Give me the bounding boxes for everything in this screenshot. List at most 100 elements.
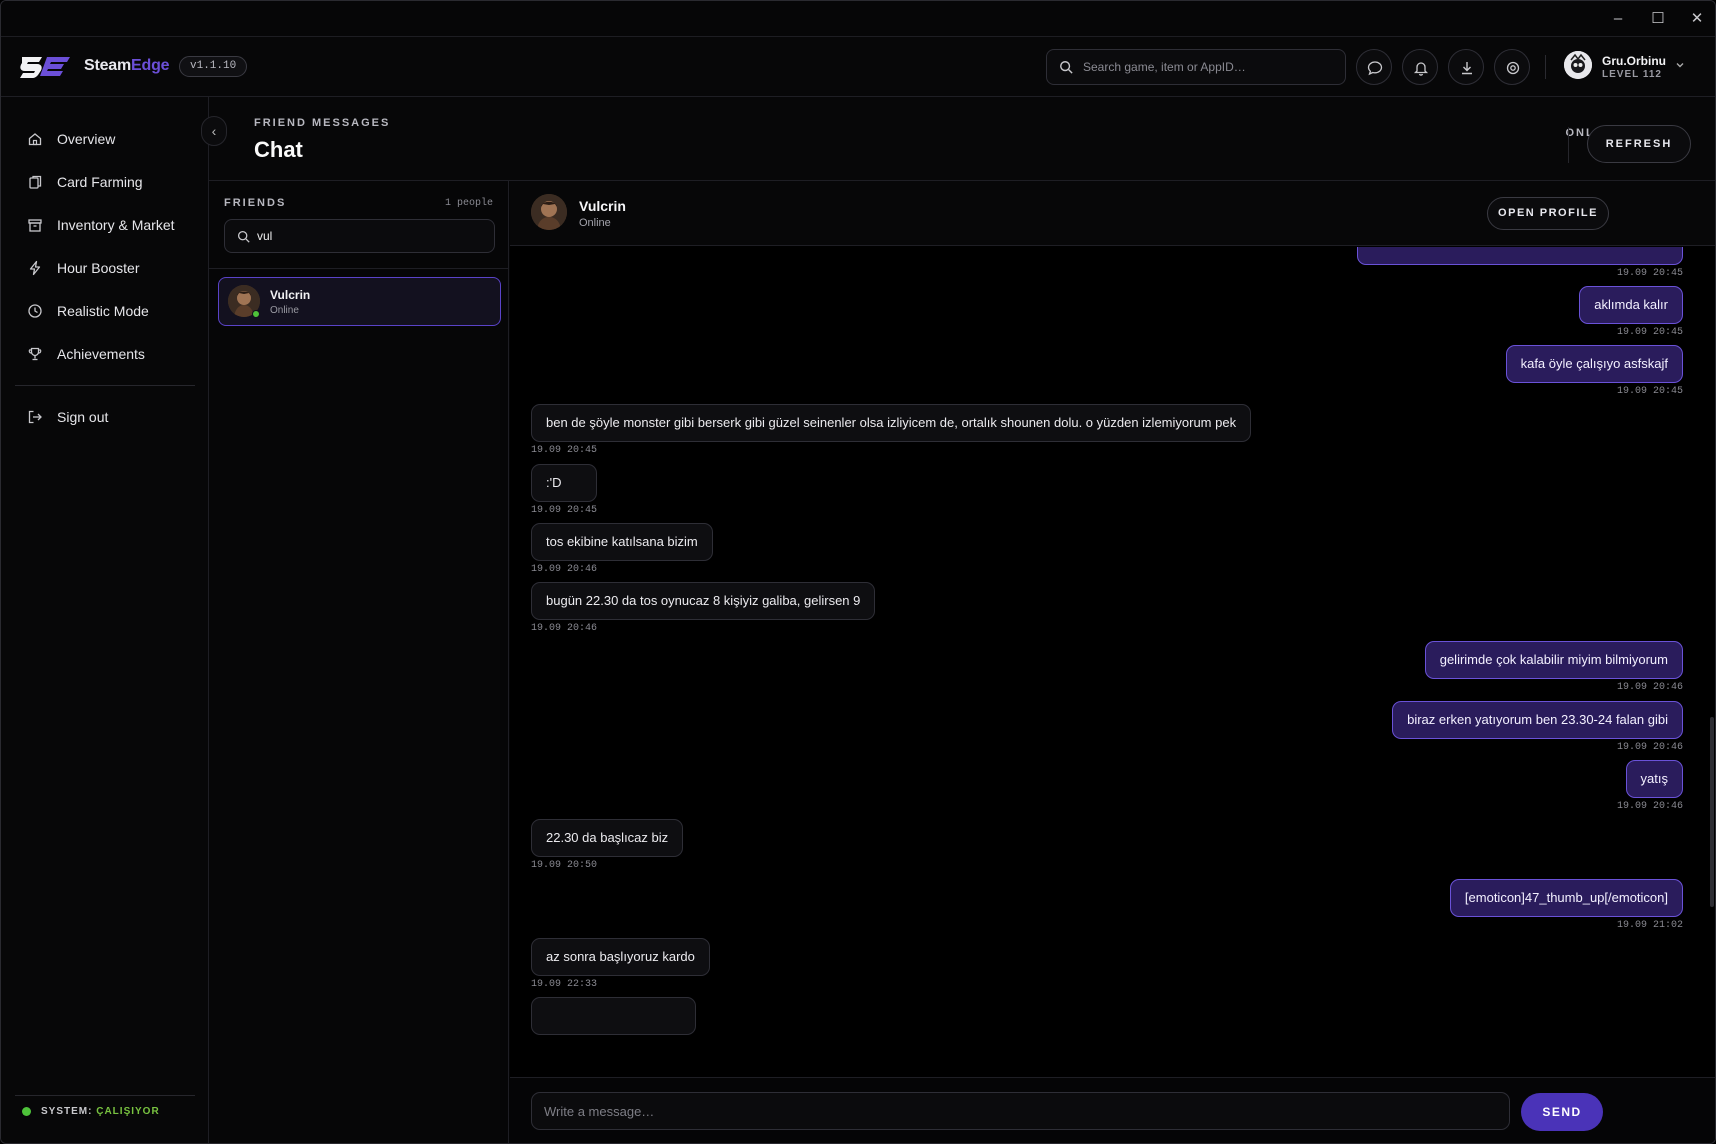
header-divider — [1568, 127, 1569, 163]
friends-count: 1 people — [444, 198, 493, 209]
message-bubble: biraz erken yatıyorum ben 23.30-24 falan… — [1392, 701, 1683, 739]
open-profile-button[interactable]: OPEN PROFILE — [1487, 197, 1609, 230]
status-dot — [22, 1107, 31, 1116]
user-name[interactable]: Gru.Orbinu — [1602, 54, 1666, 68]
sidebar-item-label: Hour Booster — [57, 260, 140, 276]
message-time: 19.09 20:45 — [1616, 327, 1683, 338]
friend-search-input[interactable] — [257, 220, 487, 252]
message-time: 19.09 20:46 — [1616, 801, 1683, 812]
sidebar-item-label: Overview — [57, 131, 116, 147]
message-bubble: aklımda kalır — [1579, 286, 1683, 324]
friends-label: FRIENDS — [224, 197, 287, 209]
collapse-sidebar-button[interactable]: ‹ — [201, 116, 227, 146]
version-badge: v1.1.10 — [179, 56, 248, 77]
search-icon — [1060, 61, 1073, 74]
sidebar-item-hour-booster[interactable]: Hour Booster — [15, 250, 195, 286]
minimize-button[interactable]: – — [1608, 9, 1628, 29]
sidebar-divider — [15, 1095, 195, 1096]
message-bubble: 22.30 da başlıcaz biz — [531, 819, 684, 857]
home-icon — [28, 133, 42, 146]
message-list[interactable]: 19.09 20:45 aklımda kalır 19.09 20:45 ka… — [510, 247, 1715, 1077]
send-button[interactable]: SEND — [1521, 1093, 1603, 1131]
page-kicker: FRIEND MESSAGES — [254, 117, 391, 129]
sidebar: Overview Card Farming Inventory & Market… — [1, 97, 209, 1143]
message-time: 19.09 20:45 — [1616, 386, 1683, 397]
system-status: SYSTEM: ÇALIŞIYOR — [22, 1106, 160, 1117]
sign-out-button[interactable]: Sign out — [15, 399, 195, 435]
search-input[interactable] — [1083, 50, 1338, 84]
chevron-down-icon[interactable] — [1674, 59, 1686, 71]
sidebar-item-card-farming[interactable]: Card Farming — [15, 164, 195, 200]
sign-out-icon — [28, 410, 42, 424]
app-header: SteamEdge v1.1.10 Gru.Orbinu LEVEL 112 — [1, 37, 1715, 97]
friends-divider — [209, 268, 508, 269]
clock-icon — [28, 304, 42, 318]
message-input-box[interactable] — [531, 1092, 1510, 1130]
bell-icon — [1413, 62, 1429, 76]
chat-icon — [1367, 61, 1383, 76]
global-search[interactable] — [1046, 49, 1346, 85]
sidebar-item-achievements[interactable]: Achievements — [15, 336, 195, 372]
messages-button[interactable] — [1356, 49, 1392, 85]
message-bubble — [1357, 247, 1683, 265]
message-bubble: ben de şöyle monster gibi berserk gibi g… — [531, 404, 1252, 442]
message-input[interactable] — [544, 1093, 1494, 1129]
sign-out-label: Sign out — [57, 409, 109, 425]
message-time: 19.09 20:45 — [531, 445, 598, 456]
message-time: 19.09 20:50 — [531, 860, 598, 871]
chat-header: Vulcrin Online OPEN PROFILE — [510, 181, 1715, 246]
message-time: 19.09 20:46 — [531, 564, 598, 575]
user-level: LEVEL 112 — [1602, 69, 1662, 80]
notifications-button[interactable] — [1402, 49, 1438, 85]
message-bubble — [531, 997, 696, 1035]
message-time: 19.09 20:46 — [1616, 682, 1683, 693]
maximize-button[interactable]: ☐ — [1648, 9, 1668, 29]
chat-contact-name: Vulcrin — [579, 198, 626, 214]
close-window-button[interactable]: ✕ — [1687, 9, 1707, 29]
sidebar-item-label: Realistic Mode — [57, 303, 149, 319]
message-bubble: :'D — [531, 464, 597, 502]
chat-panel: Vulcrin Online OPEN PROFILE 19.09 20:45 … — [510, 181, 1715, 1143]
sidebar-item-label: Card Farming — [57, 174, 143, 190]
message-time: 19.09 22:33 — [531, 979, 598, 990]
archive-icon — [28, 219, 42, 232]
chat-avatar[interactable] — [531, 194, 567, 230]
message-bubble: gelirimde çok kalabilir miyim bilmiyorum — [1424, 641, 1683, 679]
friend-name: Vulcrin — [270, 288, 311, 302]
friend-list-item[interactable]: Vulcrin Online — [218, 277, 501, 326]
cards-icon — [29, 175, 42, 189]
message-bubble: az sonra başlıyoruz kardo — [531, 938, 710, 976]
title-bar: – ☐ ✕ — [1, 1, 1715, 37]
brand-name: SteamEdge — [84, 57, 170, 74]
system-status-value: ÇALIŞIYOR — [96, 1106, 160, 1117]
refresh-button[interactable]: REFRESH — [1587, 125, 1691, 163]
chat-contact-status: Online — [579, 217, 611, 229]
app-window: – ☐ ✕ SteamEdge v1.1.10 Gru.Orbin — [0, 0, 1716, 1144]
header-divider — [1545, 55, 1546, 79]
scrollbar-thumb[interactable] — [1710, 717, 1714, 907]
message-time: 19.09 21:02 — [1616, 920, 1683, 931]
settings-button[interactable] — [1494, 49, 1530, 85]
sidebar-item-label: Achievements — [57, 346, 145, 362]
sidebar-item-inventory[interactable]: Inventory & Market — [15, 207, 195, 243]
downloads-button[interactable] — [1448, 49, 1484, 85]
sidebar-item-overview[interactable]: Overview — [15, 121, 195, 157]
message-time: 19.09 20:45 — [1616, 268, 1683, 279]
online-indicator — [252, 310, 260, 318]
sidebar-item-label: Inventory & Market — [57, 217, 175, 233]
page-title: Chat — [254, 137, 303, 162]
search-icon — [237, 230, 250, 243]
bolt-icon — [29, 260, 41, 276]
sidebar-item-realistic-mode[interactable]: Realistic Mode — [15, 293, 195, 329]
user-avatar[interactable] — [1564, 51, 1592, 79]
message-time: 19.09 20:46 — [531, 623, 598, 634]
message-bubble: kafa öyle çalışıyo asfskajf — [1505, 345, 1683, 383]
trophy-icon — [28, 347, 42, 361]
friends-panel: FRIENDS 1 people Vulcrin Online — [209, 181, 509, 1143]
message-bubble: [emoticon]47_thumb_up[/emoticon] — [1449, 879, 1683, 917]
friend-search[interactable] — [224, 219, 495, 253]
message-bubble: tos ekibine katılsana bizim — [531, 523, 713, 561]
message-composer: SEND — [510, 1077, 1715, 1143]
download-icon — [1462, 62, 1472, 75]
message-bubble: yatış — [1625, 760, 1683, 798]
